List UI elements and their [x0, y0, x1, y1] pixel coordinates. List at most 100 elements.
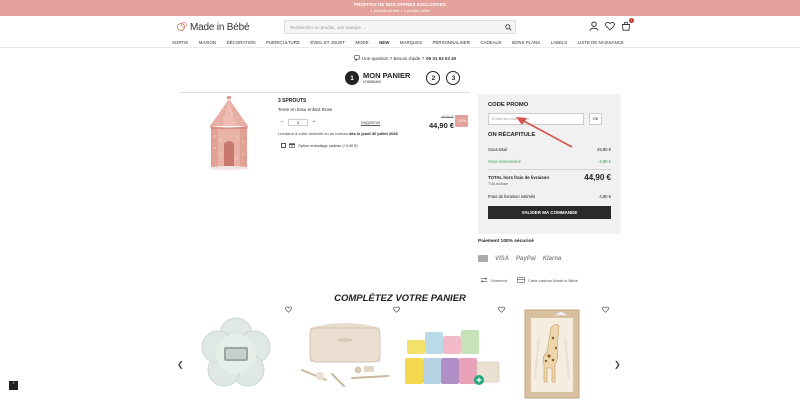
nav-divider: [0, 47, 800, 48]
checkout-steps: 1 MON PANIER N°8885469 2 3: [345, 71, 461, 85]
recap-heading: ON RÉCAPITULE: [488, 132, 536, 138]
nav-item-sortie[interactable]: SORTIE: [172, 40, 188, 45]
carousel-next-icon[interactable]: ❯: [614, 360, 621, 369]
step-1-title: MON PANIER N°8885469: [363, 71, 411, 85]
suggestions-title: COMPLÉTEZ VOTRE PANIER: [334, 293, 466, 304]
qty-increase-button[interactable]: +: [310, 119, 318, 126]
delivery-info: Livraison à votre domicile ou au bureau …: [278, 131, 398, 136]
summary-separator: [488, 169, 611, 170]
search-input[interactable]: [285, 24, 501, 30]
savings-row: Vous économisez -4,99 €: [488, 159, 611, 164]
gift-wrap-option[interactable]: Option emballage cadeau (+3,90 €): [281, 142, 358, 149]
help-phone[interactable]: 05 31 53 03 40: [426, 56, 456, 61]
order-summary-panel: CODE PROMO OK ON RÉCAPITULE Sous-total 4…: [478, 94, 621, 234]
shipping-label: Frais de livraison estimés: [488, 194, 536, 199]
nav-item-decoration[interactable]: DÉCORATION: [227, 40, 256, 45]
product-image-food-pots[interactable]: [403, 322, 505, 390]
site-logo[interactable]: Made in Bébé: [177, 20, 250, 34]
paypal-logo: PayPal: [516, 255, 536, 262]
gift-wrap-label: Option emballage cadeau (+3,90 €): [298, 143, 358, 148]
account-icon[interactable]: [588, 20, 600, 32]
cart-icon[interactable]: 1: [620, 18, 634, 32]
product-name[interactable]: Tente en tissu enfant Rose: [278, 107, 332, 112]
scroll-top-button[interactable]: ⌃: [9, 381, 18, 390]
step-1-indicator: 1: [345, 71, 359, 85]
taxes-note: TVA incluse: [488, 182, 508, 186]
qty-decrease-button[interactable]: −: [278, 119, 286, 126]
gift-icon: [289, 142, 295, 149]
wishlist-heart-icon[interactable]: [600, 304, 610, 314]
validate-order-button[interactable]: VALIDER MA COMMANDE: [488, 206, 611, 219]
cart-divider: [180, 92, 470, 93]
secure-payment-title: Paiement 100% sécurisé: [478, 239, 534, 244]
wishlist-heart-icon[interactable]: [283, 304, 293, 314]
payment-logos: VISA PayPal Klarna: [478, 255, 561, 262]
nav-item-personnaliser[interactable]: PERSONNALISER: [433, 40, 470, 45]
logo-mark-icon: [177, 22, 189, 32]
help-text: Une question ? Besoin d'aide ?: [362, 56, 425, 61]
product-image-tent[interactable]: [200, 96, 258, 172]
promo-banner[interactable]: PROFITEZ DE NOS OFFRES EXCLUSIVES 1 prod…: [0, 0, 800, 16]
nav-item-labels[interactable]: LABELS: [551, 40, 568, 45]
gift-card-icon: [517, 277, 525, 284]
cart-number: N°8885469: [363, 80, 382, 84]
promo-code-heading: CODE PROMO: [488, 102, 529, 108]
shipping-row: Frais de livraison estimés 4,90 €: [488, 194, 611, 199]
search-bar[interactable]: [284, 20, 516, 34]
subtotal-label: Sous-total: [488, 147, 507, 152]
qty-value[interactable]: 1: [288, 119, 308, 126]
credit-card-icon: [478, 255, 488, 262]
gift-card-label: Carte cadeau Made in Bébé: [528, 278, 578, 283]
visa-logo: VISA: [495, 255, 510, 262]
discount-badge: -10%: [455, 115, 468, 127]
promo-line-1: PROFITEZ DE NOS OFFRES EXCLUSIVES: [354, 2, 446, 7]
step-2-indicator: 2: [426, 71, 441, 85]
total-row: TOTAL hors frais de livraison 44,90 €: [488, 173, 611, 182]
savings-label: Vous économisez: [488, 159, 521, 164]
gift-wrap-checkbox[interactable]: [281, 143, 286, 148]
wishlist-heart-icon[interactable]: [391, 304, 401, 314]
main-navigation: SORTIE MAISON DÉCORATION PUÉRICULTURE ÉV…: [172, 38, 624, 47]
promo-code-input[interactable]: [488, 113, 584, 125]
cart-count-badge: 1: [629, 18, 634, 23]
subtotal-row: Sous-total 49,90 €: [488, 147, 611, 152]
quantity-stepper: − 1 +: [278, 119, 318, 126]
help-line: Une question ? Besoin d'aide ? 05 31 53 …: [354, 55, 456, 62]
nav-item-liste-de-naissance[interactable]: LISTE DE NAISSANCE: [578, 40, 624, 45]
nav-item-puericulture[interactable]: PUÉRICULTURE: [266, 40, 300, 45]
service-gift-card: Carte cadeau Made in Bébé: [517, 277, 578, 284]
nav-item-cadeaux[interactable]: CADEAUX: [480, 40, 501, 45]
product-image-care-kit[interactable]: [296, 318, 394, 390]
delivery-date: dès le jeudi 30 juillet 2026: [348, 131, 398, 136]
savings-value: -4,99 €: [597, 159, 611, 164]
product-image-flower-thermometer[interactable]: [196, 314, 276, 394]
total-value: 44,90 €: [584, 173, 611, 182]
subtotal-value: 49,90 €: [597, 147, 611, 152]
header-icons: 1: [588, 18, 634, 32]
nav-item-maison[interactable]: MAISON: [199, 40, 216, 45]
service-transfer: Virement: [480, 277, 507, 284]
chat-icon: [354, 55, 360, 62]
remove-item-link[interactable]: Supprimer: [361, 120, 380, 125]
product-image-giraffe-box[interactable]: [521, 308, 583, 400]
nav-item-new[interactable]: NEW: [379, 40, 389, 45]
promo-ok-button[interactable]: OK: [589, 113, 602, 125]
product-brand[interactable]: 3 SPROUTS: [278, 98, 306, 104]
step-title-text: MON PANIER: [363, 71, 411, 80]
nav-item-marques[interactable]: MARQUES: [400, 40, 422, 45]
promo-line-2: 1 produit acheté = 1 produit offert: [370, 8, 430, 13]
total-label: TOTAL hors frais de livraison: [488, 175, 549, 180]
nav-item-eveil-et-jouet[interactable]: ÉVEIL ET JOUET: [310, 40, 345, 45]
nav-item-mode[interactable]: MODE: [355, 40, 368, 45]
logo-text: Made in Bébé: [190, 21, 250, 33]
old-price: 49,90 €: [441, 115, 454, 119]
klarna-logo: Klarna: [542, 255, 562, 262]
nav-item-bons-plans[interactable]: BONS PLANS: [512, 40, 540, 45]
search-icon[interactable]: [501, 21, 515, 33]
wishlist-heart-icon[interactable]: [496, 304, 506, 314]
delivery-text: Livraison à votre domicile ou au bureau: [278, 131, 348, 136]
carousel-prev-icon[interactable]: ❮: [177, 360, 184, 369]
wishlist-heart-icon[interactable]: [604, 20, 616, 32]
shipping-value: 4,90 €: [599, 194, 611, 199]
step-3-indicator: 3: [446, 71, 461, 85]
